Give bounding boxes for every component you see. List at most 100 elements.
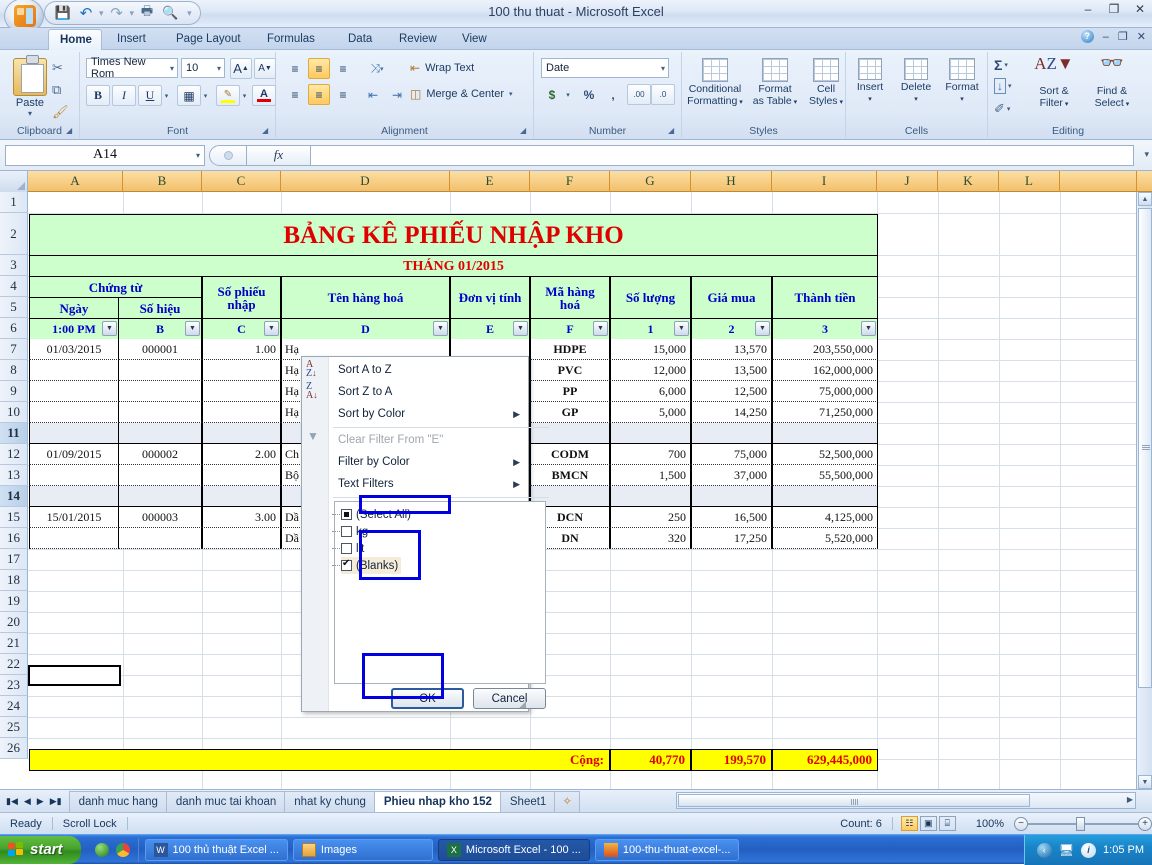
cell-r8-ngay[interactable] <box>29 360 119 381</box>
row-header-16[interactable]: 16 <box>0 528 28 549</box>
fill-button[interactable]: ↓ ▾ <box>994 78 1012 94</box>
menu-item-filter-by-color[interactable]: Filter by Color ▶ <box>329 451 528 473</box>
tab-formulas[interactable]: Formulas <box>256 29 326 50</box>
insert-cells-caret-icon[interactable]: ▾ <box>848 94 892 106</box>
cell-r14-sohieu[interactable] <box>118 486 202 507</box>
middle-align-button[interactable]: ≡ <box>308 58 330 79</box>
cell-r14-ngay[interactable] <box>29 486 119 507</box>
top-align-button[interactable]: ≡ <box>284 58 306 79</box>
underline-caret-icon[interactable]: ▾ <box>162 85 171 106</box>
row-header-2[interactable]: 2 <box>0 213 28 255</box>
help-icon[interactable]: ? <box>1080 30 1094 43</box>
cell-r12-giamua[interactable]: 75,000 <box>691 444 772 465</box>
view-page-break-button[interactable]: ⌸ <box>938 816 956 831</box>
fill-color-button[interactable]: ✎ <box>216 85 240 106</box>
cell-r11-giamua[interactable] <box>691 423 772 444</box>
row-header-18[interactable]: 18 <box>0 570 28 591</box>
cell-r8-thanhtien[interactable]: 162,000,000 <box>772 360 878 381</box>
currency-caret-icon[interactable]: ▾ <box>563 84 573 105</box>
alignment-dialog-launcher[interactable]: ◢ <box>520 126 530 136</box>
header-so-luong[interactable]: Số lượng <box>610 276 691 319</box>
column-header-B[interactable]: B <box>123 171 202 192</box>
header-thanh-tien[interactable]: Thành tiền <box>772 276 878 319</box>
find-select-button[interactable]: 👓 Find & Select ▾ <box>1083 54 1141 110</box>
checkbox-kg[interactable] <box>341 526 352 537</box>
cell-r11-sophieu[interactable] <box>202 423 281 444</box>
row-header-19[interactable]: 19 <box>0 591 28 612</box>
currency-button[interactable]: $ <box>541 84 563 105</box>
vertical-scroll-thumb[interactable] <box>1138 208 1152 688</box>
nav-last-icon[interactable]: ▶▮ <box>50 796 62 807</box>
merge-center-button[interactable]: ◫ Merge & Center ▾ <box>410 82 534 106</box>
cell-r8-soluong[interactable]: 12,000 <box>610 360 691 381</box>
cell-r9-sohieu[interactable] <box>118 381 202 402</box>
borders-caret-icon[interactable]: ▾ <box>201 85 210 106</box>
borders-button[interactable]: ▦ <box>177 85 201 106</box>
formula-bar-expand-handle[interactable] <box>209 144 247 166</box>
column-header-A[interactable]: A <box>28 171 123 192</box>
clear-caret-icon[interactable]: ▾ <box>1007 105 1011 113</box>
row-header-11[interactable]: 11 <box>0 423 28 444</box>
italic-button[interactable]: I <box>112 85 136 106</box>
fill-color-caret-icon[interactable]: ▾ <box>240 85 249 106</box>
row-header-21[interactable]: 21 <box>0 633 28 654</box>
fill-caret-icon[interactable]: ▾ <box>1008 82 1012 90</box>
column-header-L[interactable]: L <box>999 171 1060 192</box>
sort-filter-button[interactable]: AZ▼ Sort & Filter ▾ <box>1028 55 1080 110</box>
increase-decimal-button[interactable]: .00 <box>627 84 651 105</box>
row-header-17[interactable]: 17 <box>0 549 28 570</box>
taskbar-item-paint[interactable]: 100-thu-thuat-excel-... <box>594 838 740 861</box>
cell-r15-ngay[interactable]: 15/01/2015 <box>29 507 119 528</box>
zoom-out-button[interactable]: − <box>1014 816 1028 831</box>
sheet-tab-nhat-ky-chung[interactable]: nhat ky chung <box>284 790 376 812</box>
view-normal-button[interactable]: ☷ <box>900 816 918 831</box>
cell-r12-sophieu[interactable]: 2.00 <box>202 444 281 465</box>
name-box-caret-icon[interactable]: ▾ <box>196 151 200 160</box>
filter-cancel-button[interactable]: Cancel <box>473 688 546 709</box>
ribbon-close-button[interactable]: ✕ <box>1137 30 1146 43</box>
cell-r15-giamua[interactable]: 16,500 <box>691 507 772 528</box>
tab-home[interactable]: Home <box>48 29 102 50</box>
cell-r15-sophieu[interactable]: 3.00 <box>202 507 281 528</box>
row-header-13[interactable]: 13 <box>0 465 28 486</box>
cell-r13-soluong[interactable]: 1,500 <box>610 465 691 486</box>
cell-r7-soluong[interactable]: 15,000 <box>610 339 691 360</box>
tab-view[interactable]: View <box>451 29 498 50</box>
cell-r9-mahang[interactable]: PP <box>530 381 610 402</box>
header-don-vi-tinh[interactable]: Đơn vị tính <box>450 276 530 319</box>
insert-function-button[interactable]: fx <box>247 144 311 166</box>
font-dialog-launcher[interactable]: ◢ <box>262 126 272 136</box>
sheet-tab-danh-muc-tai-khoan[interactable]: danh muc tai khoan <box>165 790 287 812</box>
underline-button[interactable]: U <box>138 85 162 106</box>
resize-grip-icon[interactable]: ◢ <box>519 699 526 710</box>
cell-r16-ngay[interactable] <box>29 528 119 549</box>
column-header-D[interactable]: D <box>281 171 450 192</box>
total-gia-mua-cell[interactable]: 199,570 <box>691 749 772 771</box>
font-name-caret-icon[interactable]: ▾ <box>170 64 174 73</box>
header-ngay[interactable]: Ngày <box>29 297 119 319</box>
start-button[interactable]: start <box>0 835 81 864</box>
row-header-7[interactable]: 7 <box>0 339 28 360</box>
total-label-cell[interactable]: Cộng: <box>29 749 610 771</box>
autosum-button[interactable]: Σ ▾ <box>994 57 1008 73</box>
paste-button[interactable]: Paste ▾ <box>8 55 52 118</box>
row-header-22[interactable]: 22 <box>0 654 28 675</box>
copy-icon[interactable]: ⧉ <box>52 82 61 98</box>
row-header-5[interactable]: 5 <box>0 297 28 318</box>
scroll-up-button[interactable]: ▲ <box>1138 192 1152 206</box>
tab-insert[interactable]: Insert <box>106 29 157 50</box>
cell-r10-giamua[interactable]: 14,250 <box>691 402 772 423</box>
number-format-caret-icon[interactable]: ▾ <box>661 64 665 73</box>
cell-r13-sohieu[interactable] <box>118 465 202 486</box>
column-header-G[interactable]: G <box>610 171 691 192</box>
filter-button-2[interactable]: ▼ <box>185 321 200 336</box>
format-cells-caret-icon[interactable]: ▾ <box>939 94 985 106</box>
column-header-F[interactable]: F <box>530 171 610 192</box>
filter-header-cell-4[interactable]: D <box>281 318 450 340</box>
filter-button-5[interactable]: ▼ <box>513 321 528 336</box>
zoom-slider[interactable]: − + <box>1014 816 1152 831</box>
column-header-M[interactable] <box>1060 171 1137 192</box>
row-header-20[interactable]: 20 <box>0 612 28 633</box>
media-player-icon[interactable] <box>94 842 109 857</box>
row-header-10[interactable]: 10 <box>0 402 28 423</box>
